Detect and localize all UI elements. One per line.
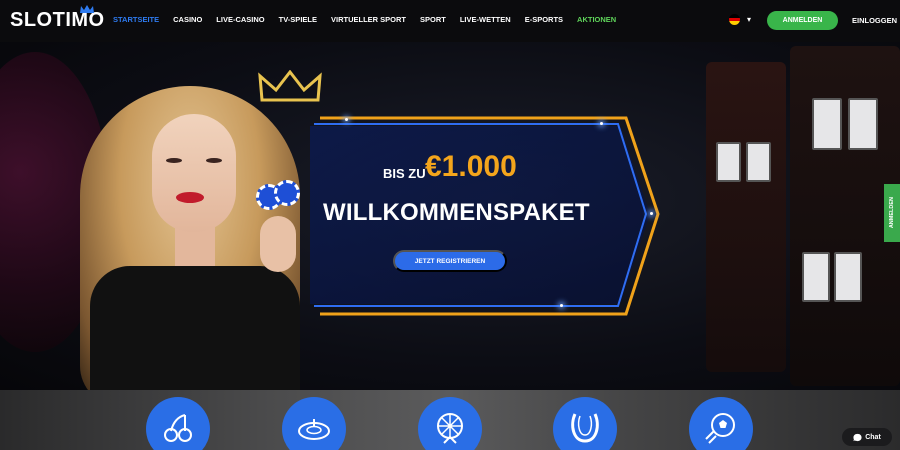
chat-button[interactable]: Chat [842, 428, 892, 446]
page: SLOTIMO STARTSEITE CASINO LIVE-CASINO TV… [0, 0, 900, 450]
side-register-tab[interactable]: ANMELDEN [884, 184, 900, 242]
top-header: SLOTIMO STARTSEITE CASINO LIVE-CASINO TV… [0, 0, 900, 42]
chat-label: Chat [865, 433, 881, 441]
roulette-icon [298, 419, 330, 440]
nav-item-virtueller-sport[interactable]: VIRTUELLER SPORT [331, 15, 406, 24]
light-sparkle [560, 304, 563, 307]
nav-item-sport[interactable]: SPORT [420, 15, 446, 24]
language-selector[interactable]: ▾ [729, 14, 751, 25]
bonus-prefix: BIS ZU [383, 166, 426, 181]
chat-bubble-icon [853, 433, 862, 441]
nav-item-e-sports[interactable]: E-SPORTS [525, 15, 563, 24]
register-button[interactable]: ANMELDEN [767, 11, 838, 30]
nav-item-aktionen[interactable]: AKTIONEN [577, 15, 616, 24]
horseshoe-icon [571, 413, 599, 443]
main-nav: STARTSEITE CASINO LIVE-CASINO TV-SPIELE … [113, 15, 630, 24]
slot-reel [802, 252, 830, 302]
side-register-label: ANMELDEN [889, 197, 895, 229]
light-sparkle [600, 122, 603, 125]
chevron-down-icon: ▾ [747, 15, 752, 24]
slot-reel [716, 142, 741, 182]
welcome-package-title: WILLKOMMENSPAKET [323, 199, 590, 226]
crown-icon [80, 5, 94, 13]
slot-reel [848, 98, 878, 150]
cherries-icon [164, 414, 192, 442]
slot-reel [746, 142, 771, 182]
bonus-amount: €1.000 [425, 150, 517, 183]
wheel-of-fortune-icon [437, 413, 463, 444]
nav-item-live-wetten[interactable]: LIVE-WETTEN [460, 15, 511, 24]
nav-item-live-casino[interactable]: LIVE-CASINO [216, 15, 264, 24]
nav-item-startseite[interactable]: STARTSEITE [113, 15, 159, 24]
register-now-button[interactable]: JETZT REGISTRIEREN [393, 250, 507, 272]
slot-reel [812, 98, 842, 150]
hero-model-image [60, 66, 322, 390]
soccer-ball-icon [705, 413, 735, 444]
de-flag-icon [729, 14, 740, 25]
login-link[interactable]: EINLOGGEN [852, 16, 897, 25]
crown-icon [258, 70, 322, 102]
light-sparkle [650, 212, 653, 215]
casino-chip-icon [274, 180, 300, 206]
nav-item-tv-spiele[interactable]: TV-SPIELE [279, 15, 317, 24]
nav-item-casino[interactable]: CASINO [173, 15, 202, 24]
slot-machine-background [706, 62, 786, 372]
light-sparkle [345, 118, 348, 121]
slot-reel [834, 252, 862, 302]
